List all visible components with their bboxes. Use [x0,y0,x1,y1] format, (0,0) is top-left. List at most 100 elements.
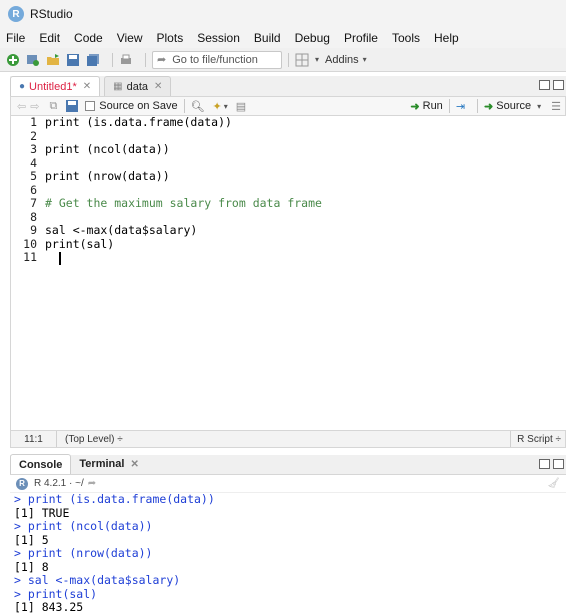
save-icon[interactable] [66,53,80,67]
save-all-icon[interactable] [86,53,100,67]
line-number: 4 [30,155,37,170]
code-line: 11 [11,250,45,265]
tab-label: data [126,80,149,93]
code-text: print (nrow(data)) [45,169,170,183]
code-line: 10 print(sal) [11,236,115,252]
main-toolbar: ➦ Go to file/function ▾ Addins ▾ [0,48,566,72]
console-result: [1] 843.25 [14,600,84,614]
console-output[interactable]: > print (is.data.frame(data)) [1] TRUE >… [14,492,566,615]
menu-code[interactable]: Code [74,31,103,45]
source-button[interactable]: ➜ Source ▾ [484,100,541,113]
menu-help[interactable]: Help [434,31,459,45]
tab-terminal[interactable]: Terminal ✕ [71,454,146,474]
code-text: sal <-max(data$salary) [45,223,198,237]
console-command: > print (is.data.frame(data)) [14,492,215,506]
chevron-down-icon[interactable]: ▾ [224,102,228,111]
maximize-pane-icon[interactable] [553,459,564,469]
show-in-window-icon[interactable]: ⧉ [49,100,57,113]
menu-file[interactable]: File [6,31,25,45]
console-command: > print (nrow(data)) [14,546,153,560]
code-line: 3 print (ncol(data)) [11,142,170,157]
window-title: RStudio [30,7,73,21]
code-line: 7 # Get the maximum salary from data fra… [11,196,322,211]
tab-label: Untitled1* [29,80,77,93]
menu-edit[interactable]: Edit [39,31,60,45]
close-icon[interactable]: ✕ [154,81,162,92]
rerun-icon[interactable]: ⇥ [456,100,465,113]
text-cursor [59,252,61,265]
menu-tools[interactable]: Tools [392,31,420,45]
search-icon[interactable]: 🔍︎ [191,100,205,113]
menu-session[interactable]: Session [197,31,240,45]
open-file-icon[interactable] [46,53,60,67]
compile-report-icon[interactable]: ▤ [236,100,246,113]
chevron-down-icon[interactable]: ▾ [315,55,319,64]
save-icon[interactable] [65,99,79,113]
scope-selector[interactable]: (Top Level) ÷ [57,434,510,445]
code-line: 8 [11,210,45,225]
minimize-pane-icon[interactable] [539,459,550,469]
go-to-directory-icon[interactable]: ➦ [88,478,96,489]
menu-debug[interactable]: Debug [295,31,330,45]
line-number: 7 [30,196,37,210]
code-line: 5 print (nrow(data)) [11,169,170,184]
code-text: print (ncol(data)) [45,142,170,156]
code-line: 1 print (is.data.frame(data)) [11,115,232,130]
maximize-pane-icon[interactable] [553,80,564,90]
title-bar: R RStudio [0,0,566,28]
editor-toolbar: ⇦ ⇨ ⧉ Source on Save 🔍︎ ✦ ▾ ▤ ➜ Run ⇥ ➜ … [10,96,566,116]
code-tools-wand-icon[interactable]: ✦ [213,100,222,113]
minimize-pane-icon[interactable] [539,80,550,90]
run-button[interactable]: ➜ Run [410,100,442,113]
addins-menu[interactable]: Addins [325,54,359,66]
new-project-icon[interactable] [26,53,40,67]
close-icon[interactable]: ✕ [130,459,138,470]
tab-untitled1[interactable]: ● Untitled1* ✕ [10,76,101,96]
toolbar-divider [448,99,450,113]
code-editor[interactable]: 1 print (is.data.frame(data)) 2 3 print … [10,115,566,430]
table-icon: ▦ [113,81,123,92]
print-icon[interactable] [119,53,133,67]
code-text: print(sal) [45,236,115,251]
line-number: 2 [30,128,37,143]
close-icon[interactable]: ✕ [83,81,91,92]
line-number: 5 [30,169,37,183]
menu-plots[interactable]: Plots [157,31,184,45]
menu-view[interactable]: View [117,31,143,45]
menu-build[interactable]: Build [254,31,281,45]
tab-data[interactable]: ▦ data ✕ [104,76,172,96]
clear-console-icon[interactable]: 🧹︎ [547,478,560,489]
code-line: 4 [11,155,45,171]
tab-console[interactable]: Console [10,454,72,474]
file-type-selector[interactable]: R Script ÷ [510,431,565,447]
go-to-file-input[interactable]: ➦ Go to file/function [152,50,282,69]
console-result: [1] 5 [14,532,49,547]
new-file-icon[interactable] [6,53,20,67]
code-line: 2 [11,128,45,144]
source-on-save-checkbox[interactable] [85,101,96,111]
outline-icon[interactable]: ☰ [551,100,561,113]
line-number: 10 [23,236,37,251]
line-number: 11 [23,250,37,264]
rstudio-logo-icon: R [8,6,24,22]
console-command: > print(sal) [14,586,98,601]
console-result: [1] 8 [14,559,49,574]
chevron-down-icon[interactable]: ▾ [537,102,541,111]
r-logo-icon: R [16,477,28,490]
console-command: > print (ncol(data)) [14,519,153,533]
code-text: print (is.data.frame(data)) [45,115,232,129]
toolbar-divider [145,52,146,67]
grid-layout-icon[interactable] [295,53,309,67]
toolbar-divider [183,99,185,113]
tab-label: Terminal [79,458,125,470]
line-number: 6 [30,182,37,197]
r-file-icon: ● [19,81,26,92]
go-to-file-placeholder: Go to file/function [172,53,258,66]
chevron-down-icon[interactable]: ▾ [363,55,367,64]
back-arrow-icon[interactable]: ⇦ [17,100,26,113]
tab-label: Console [19,458,63,471]
forward-arrow-icon[interactable]: ⇨ [30,100,39,113]
menu-profile[interactable]: Profile [344,31,378,45]
line-number: 1 [30,115,37,129]
cursor-position: 11:1 [11,431,57,447]
